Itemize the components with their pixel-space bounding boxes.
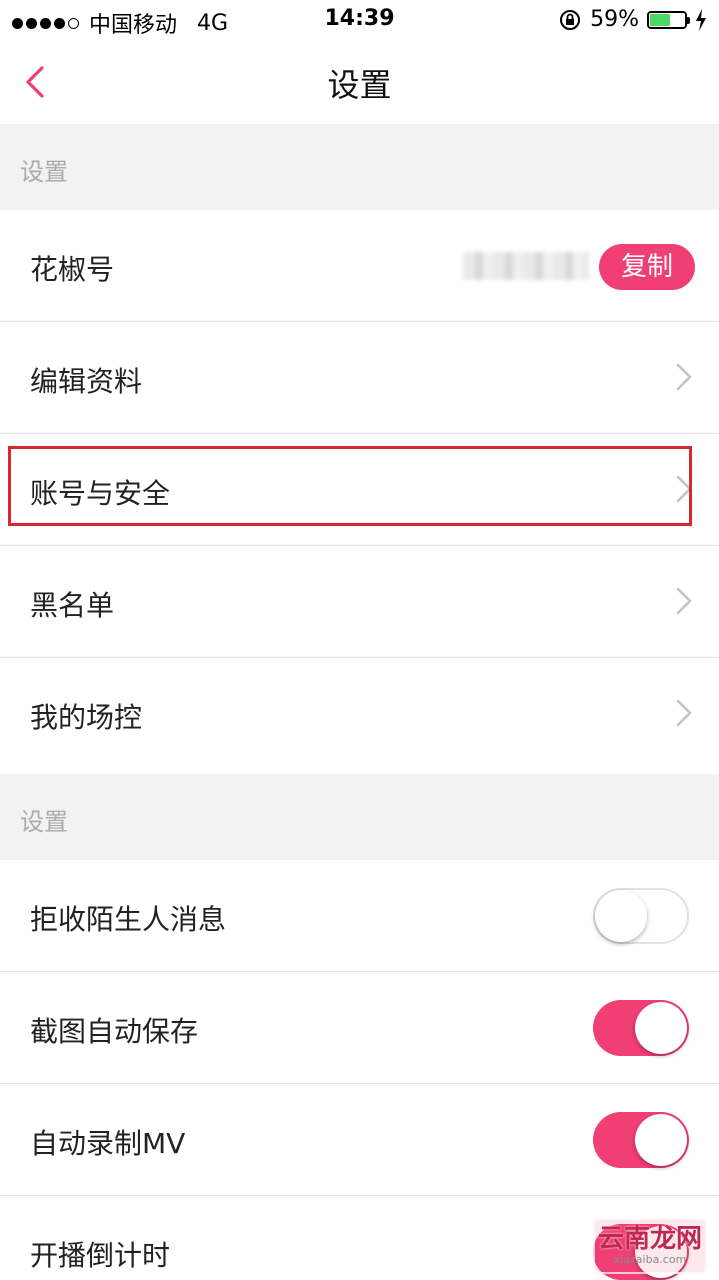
toggle-knob — [635, 1114, 687, 1166]
row-auto-save-screenshot: 截图自动保存 — [0, 972, 719, 1084]
battery-icon — [647, 10, 690, 29]
chevron-right-icon — [676, 699, 692, 727]
chevron-left-icon — [26, 66, 44, 98]
carrier-name: 中国移动 — [89, 13, 178, 38]
section-header-1: 设置 — [0, 124, 719, 210]
row-label: 自动录制MV — [30, 1127, 186, 1160]
row-edit-profile[interactable]: 编辑资料 — [0, 322, 719, 434]
auto-save-screenshot-toggle[interactable] — [593, 1000, 689, 1056]
back-button[interactable] — [18, 62, 58, 102]
copy-button[interactable]: 复制 — [599, 244, 695, 290]
row-label: 我的场控 — [30, 701, 143, 734]
signal-strength-icon — [12, 17, 79, 29]
row-label: 花椒号 — [30, 253, 115, 286]
battery-fill — [650, 13, 671, 26]
network-type: 4G — [197, 10, 229, 36]
section-header-2: 设置 — [0, 774, 719, 860]
row-label: 编辑资料 — [30, 365, 143, 398]
row-room-managers[interactable]: 我的场控 — [0, 658, 719, 774]
row-label: 开播倒计时 — [30, 1239, 171, 1272]
auto-record-mv-toggle[interactable] — [593, 1112, 689, 1168]
orientation-lock-icon — [560, 9, 581, 30]
status-bar: 中国移动 4G 14:39 59% — [0, 0, 719, 40]
watermark-logo: 云南龙网 xiazaiba.com — [593, 1218, 707, 1274]
masked-id-value — [463, 252, 589, 280]
reject-stranger-toggle[interactable] — [593, 888, 689, 944]
section-header-label: 设置 — [20, 808, 68, 836]
charging-bolt-icon — [696, 8, 706, 31]
row-label: 拒收陌生人消息 — [30, 903, 227, 936]
watermark-url: xiazaiba.com — [613, 1253, 687, 1266]
row-blacklist[interactable]: 黑名单 — [0, 546, 719, 658]
highlight-box — [8, 446, 692, 526]
row-auto-record-mv: 自动录制MV — [0, 1084, 719, 1196]
status-left: 中国移动 4G — [12, 7, 228, 39]
page-title: 设置 — [327, 66, 392, 104]
toggle-knob — [595, 890, 647, 942]
chevron-right-icon — [676, 587, 692, 615]
chevron-right-icon — [676, 363, 692, 391]
watermark-text: 云南龙网 — [597, 1224, 702, 1254]
row-reject-stranger-messages: 拒收陌生人消息 — [0, 860, 719, 972]
status-right: 59% — [558, 7, 707, 32]
nav-bar: 设置 — [0, 40, 719, 124]
battery-percent: 59% — [590, 7, 639, 32]
row-label: 截图自动保存 — [30, 1015, 199, 1048]
row-label: 黑名单 — [30, 589, 115, 622]
row-huajiao-id: 花椒号 复制 — [0, 210, 719, 322]
toggle-knob — [635, 1002, 687, 1054]
section-header-label: 设置 — [20, 158, 68, 186]
